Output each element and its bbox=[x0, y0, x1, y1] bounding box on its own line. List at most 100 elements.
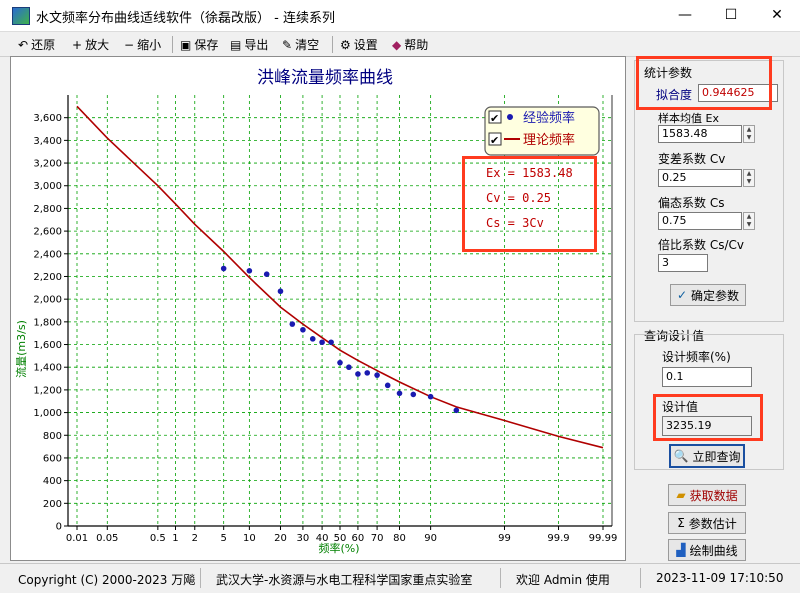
y-tick-label: 400 bbox=[43, 476, 62, 487]
y-tick-label: 200 bbox=[43, 499, 62, 510]
y-tick-label: 3,600 bbox=[33, 113, 62, 124]
help-button[interactable]: ◆ 帮助 bbox=[392, 36, 428, 53]
empirical-point bbox=[220, 265, 227, 272]
save-button[interactable]: ▣ 保存 bbox=[180, 36, 218, 53]
status-separator bbox=[500, 568, 501, 588]
ratio-label: 倍比系数 Cs/Cv bbox=[658, 238, 744, 252]
x-tick-label: 80 bbox=[393, 533, 406, 544]
maximize-button[interactable]: ☐ bbox=[708, 0, 754, 31]
bar-chart-icon: ▟ bbox=[676, 543, 686, 557]
clear-label: 清空 bbox=[295, 38, 320, 52]
y-tick-label: 0 bbox=[56, 522, 62, 533]
y-axis-label: 流量(m3/s) bbox=[14, 320, 28, 378]
query-now-label: 立即查询 bbox=[692, 449, 741, 464]
y-tick-label: 2,400 bbox=[33, 249, 62, 260]
status-bar: Copyright (C) 2000-2023 万飚 武汉大学-水资源与水电工程… bbox=[0, 563, 800, 593]
legend-marker-empirical bbox=[507, 114, 513, 120]
y-tick-label: 1,200 bbox=[33, 385, 62, 396]
y-tick-label: 1,600 bbox=[33, 340, 62, 351]
y-tick-label: 1,000 bbox=[33, 408, 62, 419]
empirical-point bbox=[355, 371, 361, 377]
title-bar: 水文频率分布曲线适线软件（徐磊改版） - 连续系列 — ☐ ✕ bbox=[0, 0, 800, 32]
y-tick-label: 2,600 bbox=[33, 227, 62, 238]
x-tick-label: 90 bbox=[424, 533, 437, 544]
confirm-params-button[interactable]: ✓ 确定参数 bbox=[670, 284, 746, 306]
minimize-button[interactable]: — bbox=[662, 0, 708, 31]
empirical-point bbox=[277, 288, 284, 295]
x-tick-label: 99.9 bbox=[547, 533, 569, 544]
magnifier-icon: 🔍 bbox=[673, 449, 689, 463]
empirical-point bbox=[374, 372, 380, 378]
empirical-point bbox=[346, 364, 352, 371]
x-tick-label: 70 bbox=[371, 533, 384, 544]
app-icon bbox=[12, 7, 30, 25]
help-label: 帮助 bbox=[404, 38, 429, 52]
design-freq-input[interactable]: 0.1 bbox=[662, 367, 752, 387]
settings-button[interactable]: ⚙ 设置 bbox=[340, 36, 378, 53]
x-tick-label: 10 bbox=[243, 533, 256, 544]
x-tick-label: 2 bbox=[192, 533, 198, 544]
fetch-data-button[interactable]: ▰ 获取数据 bbox=[668, 484, 746, 506]
help-book-icon: ◆ bbox=[392, 37, 402, 52]
window-title: 水文频率分布曲线适线软件（徐磊改版） - 连续系列 bbox=[36, 11, 335, 26]
clear-button[interactable]: ✎ 清空 bbox=[282, 36, 319, 53]
cv-input[interactable]: 0.25 bbox=[658, 169, 742, 187]
empirical-point bbox=[384, 382, 391, 389]
legend-label-empirical: 经验频率 bbox=[523, 110, 575, 126]
right-panel: 统计参数 拟合度 0.944625 样本均值 Ex 1583.48 ▲ ▼ 变差系… bbox=[632, 56, 790, 561]
x-tick-label: 5 bbox=[220, 533, 226, 544]
x-tick-label: 20 bbox=[274, 533, 287, 544]
frequency-chart: 0 200 400 600 800 1,000 1,200 1,400 1,600 1,800 2,… bbox=[14, 68, 618, 555]
check-icon: ✔ bbox=[490, 112, 499, 125]
y-tick-label: 3,000 bbox=[33, 181, 62, 192]
floppy-icon: ▣ bbox=[180, 37, 192, 52]
empirical-point bbox=[289, 321, 296, 327]
eraser-icon: ✎ bbox=[282, 37, 293, 52]
y-tick-label: 3,400 bbox=[33, 136, 62, 147]
x-tick-label: 0.5 bbox=[150, 533, 166, 544]
highlight-design-value-box bbox=[653, 394, 763, 441]
x-tick-label: 99.99 bbox=[589, 533, 618, 544]
toolbar-separator bbox=[332, 36, 333, 53]
cs-label: 偏态系数 Cs bbox=[658, 196, 725, 210]
empirical-point bbox=[319, 339, 325, 346]
ex-spinner[interactable]: ▲ ▼ bbox=[743, 125, 755, 143]
param-estimate-button[interactable]: Σ 参数估计 bbox=[668, 512, 746, 534]
y-tick-label: 800 bbox=[43, 431, 62, 442]
y-tick-label: 1,400 bbox=[33, 363, 62, 374]
x-tick-label: 0.01 bbox=[66, 533, 88, 544]
fetch-data-label: 获取数据 bbox=[689, 488, 738, 503]
cs-input[interactable]: 0.75 bbox=[658, 212, 742, 230]
x-axis-label: 频率(%) bbox=[318, 541, 359, 555]
draw-curve-label: 绘制曲线 bbox=[689, 543, 738, 558]
chart-legend: ✔ 经验频率 ✔ 理论频率 bbox=[484, 106, 600, 156]
cv-spinner[interactable]: ▲ ▼ bbox=[743, 169, 755, 187]
draw-curve-button[interactable]: ▟ 绘制曲线 bbox=[668, 539, 746, 561]
y-tick-label: 1,800 bbox=[33, 317, 62, 328]
zoom-in-button[interactable]: + 放大 bbox=[72, 36, 109, 53]
status-separator bbox=[200, 568, 201, 588]
y-tick-label: 2,200 bbox=[33, 272, 62, 283]
empirical-point bbox=[396, 390, 403, 397]
export-icon: ▤ bbox=[230, 37, 242, 52]
empirical-point bbox=[328, 339, 334, 346]
y-tick-label: 3,200 bbox=[33, 159, 62, 170]
cs-spinner[interactable]: ▲ ▼ bbox=[743, 212, 755, 230]
empirical-point bbox=[300, 326, 306, 333]
param-estimate-label: 参数估计 bbox=[688, 516, 737, 531]
export-button[interactable]: ▤ 导出 bbox=[230, 36, 268, 53]
gear-icon: ⚙ bbox=[340, 37, 351, 52]
ex-input[interactable]: 1583.48 bbox=[658, 125, 742, 143]
ratio-input[interactable]: 3 bbox=[658, 254, 708, 272]
restore-button[interactable]: ↶ 还原 bbox=[18, 36, 55, 53]
cv-label: 变差系数 Cv bbox=[658, 152, 726, 166]
query-now-button[interactable]: 🔍 立即查询 bbox=[669, 444, 745, 468]
y-tick-label: 2,000 bbox=[33, 295, 62, 306]
legend-label-theoretical: 理论频率 bbox=[523, 132, 575, 148]
folder-icon: ▰ bbox=[676, 488, 686, 502]
restore-label: 还原 bbox=[31, 38, 56, 52]
zoom-out-button[interactable]: − 缩小 bbox=[124, 36, 161, 53]
toolbar: ↶ 还原 + 放大 − 缩小 ▣ 保存 ▤ 导出 ✎ 清空 ⚙ 设置 ◆ 帮助 bbox=[0, 32, 800, 57]
close-button[interactable]: ✕ bbox=[754, 0, 800, 31]
org-text: 武汉大学-水资源与水电工程科学国家重点实验室 bbox=[216, 573, 473, 587]
